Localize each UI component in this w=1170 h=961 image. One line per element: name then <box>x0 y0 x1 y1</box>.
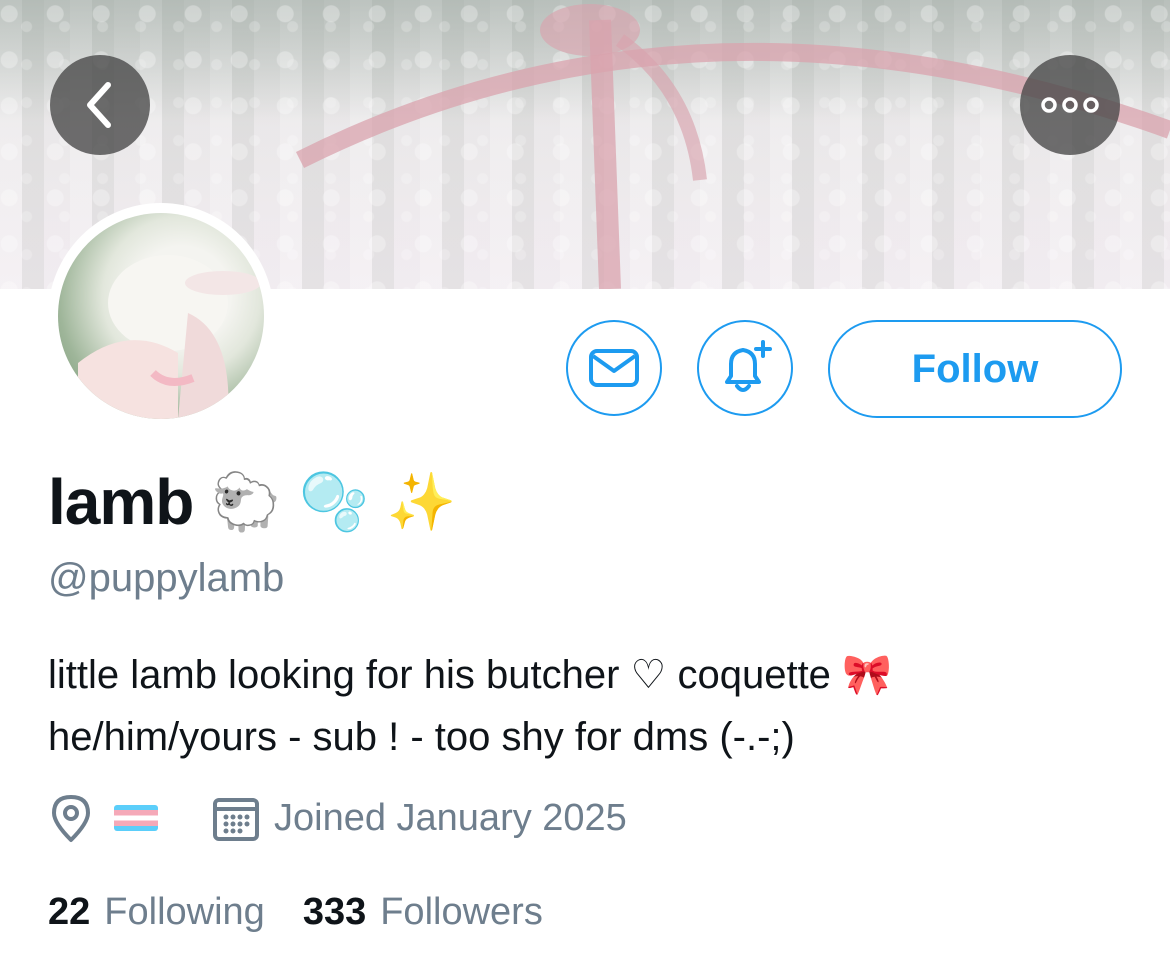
name-row: lamb 🐑 🫧 ✨ <box>48 462 457 542</box>
message-button[interactable] <box>566 320 662 416</box>
bell-plus-icon <box>725 340 772 392</box>
notifications-button[interactable] <box>697 320 793 416</box>
following-count: 22 <box>48 890 91 933</box>
followers-link[interactable]: 333 Followers <box>303 891 543 934</box>
location-pin-icon <box>52 795 90 842</box>
avatar[interactable] <box>48 203 274 429</box>
profile-meta: Joined January 2025 <box>48 792 627 844</box>
joined-date: Joined January 2025 <box>274 796 627 839</box>
back-button[interactable] <box>50 55 150 155</box>
following-link[interactable]: 22 Following <box>48 891 265 934</box>
avatar-image <box>58 213 264 419</box>
sparkles-emoji: ✨ <box>386 470 457 533</box>
lamb-photo <box>78 255 261 419</box>
following-label: Following <box>104 890 265 933</box>
follow-stats: 22 Following 333 Followers <box>48 886 543 938</box>
follow-button[interactable]: Follow <box>828 320 1122 418</box>
transgender-flag-icon <box>114 805 158 831</box>
display-name: lamb <box>48 466 194 538</box>
bubbles-emoji: 🫧 <box>299 470 369 533</box>
mail-icon <box>589 349 639 387</box>
username-handle: @puppylamb <box>48 556 285 600</box>
sheep-emoji: 🐑 <box>211 470 282 533</box>
calendar-icon <box>213 798 259 841</box>
more-options-button[interactable] <box>1020 55 1120 155</box>
profile-bio: little lamb looking for his butcher ♡ co… <box>48 644 1128 768</box>
bio-line: he/him/yours - sub ! - too shy for dms (… <box>48 715 795 759</box>
followers-count: 333 <box>302 890 367 933</box>
more-horizontal-icon <box>1041 97 1099 113</box>
bio-line: little lamb looking for his butcher ♡ co… <box>48 653 892 697</box>
followers-label: Followers <box>380 890 543 933</box>
chevron-left-icon <box>87 82 111 128</box>
